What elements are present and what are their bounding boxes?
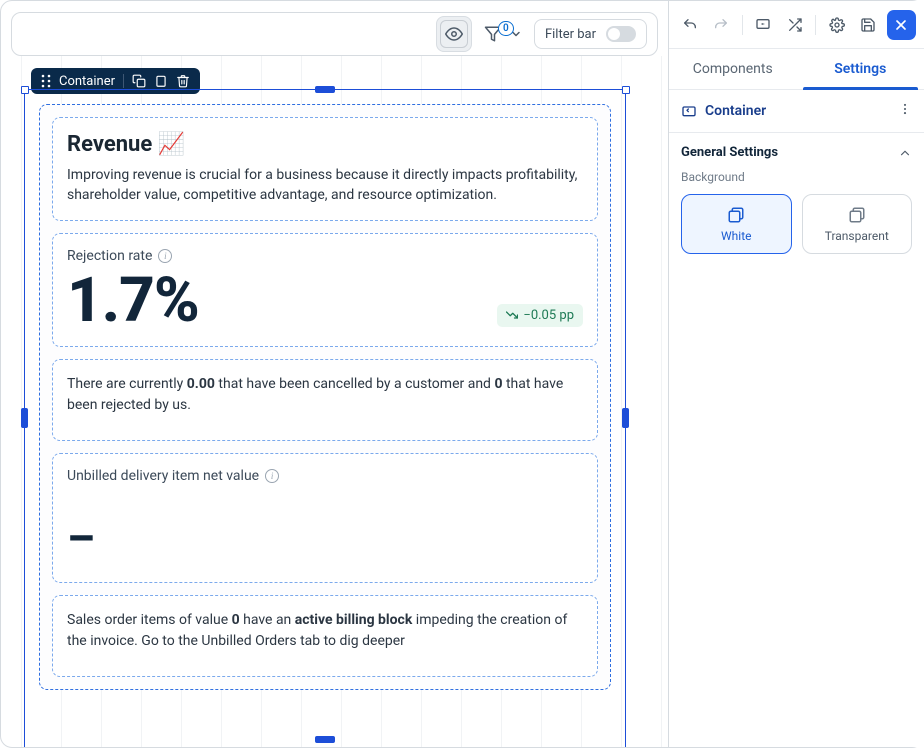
filter-bar-label: Filter bar — [545, 27, 596, 42]
preview-button[interactable] — [436, 16, 472, 52]
background-option-white[interactable]: White — [681, 194, 792, 254]
component-header: Container — [669, 90, 924, 133]
billing-block-paragraph: Sales order items of value 0 have an act… — [67, 610, 583, 652]
trend-down-icon — [506, 309, 518, 321]
resize-handle-n[interactable] — [315, 86, 335, 93]
canvas-topbar: 0 Filter bar — [11, 12, 658, 56]
filter-funnel-button[interactable]: 0 — [484, 25, 522, 43]
duplicate-icon[interactable] — [132, 74, 146, 88]
undo-button[interactable] — [677, 12, 702, 38]
stack-icon — [727, 206, 745, 224]
cancelled-paragraph: There are currently 0.00 that have been … — [67, 374, 583, 416]
rejection-rate-label: Rejection rate — [67, 248, 152, 264]
drag-icon[interactable] — [41, 74, 51, 88]
save-icon — [860, 17, 876, 33]
panel-toolbar — [669, 1, 924, 49]
close-icon — [893, 17, 909, 33]
redo-icon — [713, 17, 729, 33]
present-icon — [755, 17, 771, 33]
shuffle-button[interactable] — [782, 12, 807, 38]
unbilled-value: – — [67, 512, 583, 564]
filter-count-badge: 0 — [498, 21, 514, 36]
property-background-label: Background — [669, 170, 924, 194]
tab-components[interactable]: Components — [669, 49, 797, 89]
selection-label: Container — [59, 74, 115, 89]
cancelled-text-card[interactable]: There are currently 0.00 that have been … — [52, 359, 598, 441]
copy-icon[interactable] — [154, 74, 168, 88]
resize-handle-nw[interactable] — [21, 86, 29, 94]
eye-icon — [445, 25, 463, 43]
present-button[interactable] — [751, 12, 776, 38]
filter-bar-toggle[interactable]: Filter bar — [534, 19, 647, 49]
chevron-up-icon — [898, 146, 912, 160]
trash-icon[interactable] — [176, 74, 190, 88]
header-title: Revenue 📈 — [67, 132, 583, 157]
redo-button[interactable] — [708, 12, 733, 38]
close-panel-button[interactable] — [887, 10, 916, 40]
component-name: Container — [705, 103, 766, 119]
section-general-settings[interactable]: General Settings — [669, 133, 924, 170]
kebab-icon — [898, 102, 912, 116]
resize-handle-w[interactable] — [21, 408, 28, 428]
header-description: Improving revenue is crucial for a busin… — [67, 165, 583, 206]
info-icon[interactable]: i — [158, 249, 172, 263]
rejection-rate-card[interactable]: Rejection rate i 1.7% −0.05 pp — [52, 233, 598, 347]
tab-settings[interactable]: Settings — [797, 49, 924, 89]
resize-handle-s[interactable] — [315, 736, 335, 743]
header-card[interactable]: Revenue 📈 Improving revenue is crucial f… — [52, 117, 598, 221]
delta-badge: −0.05 pp — [497, 304, 583, 327]
unbilled-label: Unbilled delivery item net value — [67, 468, 259, 484]
background-option-transparent[interactable]: Transparent — [802, 194, 913, 254]
container-dashed-outline[interactable]: Revenue 📈 Improving revenue is crucial f… — [39, 104, 611, 690]
properties-panel: Components Settings Container General Se… — [669, 1, 924, 747]
save-button[interactable] — [856, 12, 881, 38]
more-button[interactable] — [898, 102, 912, 120]
resize-handle-e[interactable] — [622, 408, 629, 428]
resize-handle-ne[interactable] — [622, 86, 630, 94]
panel-tabs: Components Settings — [669, 49, 924, 90]
unbilled-card[interactable]: Unbilled delivery item net value i – — [52, 453, 598, 583]
stack-icon — [848, 206, 866, 224]
shuffle-icon — [787, 17, 803, 33]
toggle-off-icon[interactable] — [606, 26, 636, 42]
container-icon — [681, 103, 697, 119]
billing-block-text-card[interactable]: Sales order items of value 0 have an act… — [52, 595, 598, 677]
undo-icon — [682, 17, 698, 33]
gear-icon — [829, 17, 845, 33]
info-icon[interactable]: i — [265, 469, 279, 483]
settings-gear-button[interactable] — [824, 12, 849, 38]
